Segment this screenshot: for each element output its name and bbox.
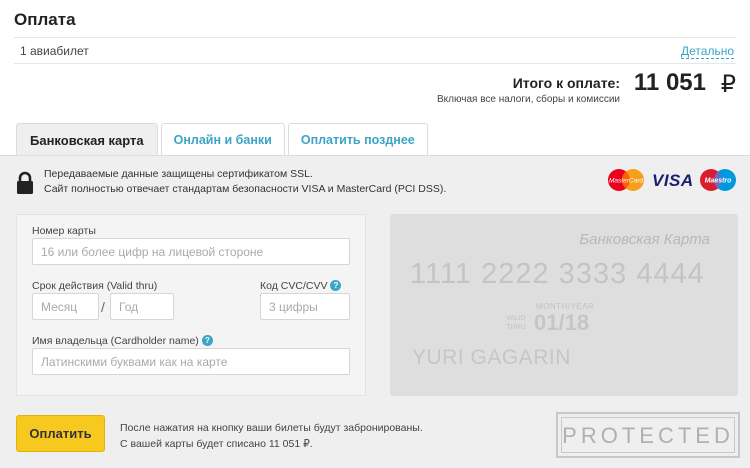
lock-icon — [17, 171, 33, 194]
pay-note-line-1: После нажатия на кнопку ваши билеты буду… — [120, 422, 423, 434]
protected-badge: PROTECTED — [556, 412, 740, 458]
card-preview-valid-caption-1: VALID — [506, 315, 526, 322]
cardholder-help-icon[interactable]: ? — [201, 335, 213, 346]
ticket-count: 1 авиабилет — [20, 44, 89, 58]
card-preview: Банковская Карта 1111 2222 3333 4444 MON… — [390, 214, 738, 396]
cardholder-input[interactable] — [32, 348, 350, 375]
maestro-text: Maestro — [705, 178, 733, 185]
maestro-logo-icon: Maestro — [700, 169, 736, 191]
card-preview-number: 1111 2222 3333 4444 — [410, 258, 705, 290]
ssl-line-2: Сайт полностью отвечает стандартам безоп… — [44, 183, 447, 195]
card-preview-valid-caption: VALID THRU — [506, 314, 526, 332]
payment-logos: MasterCard VISA Maestro — [606, 166, 738, 192]
ssl-text: Передаваемые данные защищены сертификато… — [44, 167, 514, 197]
expiry-month-input[interactable] — [32, 293, 99, 320]
tab-online-banks[interactable]: Онлайн и банки — [160, 123, 285, 156]
details-link[interactable]: Детально — [681, 44, 734, 59]
cardholder-label: Имя владельца (Cardholder name)? — [32, 335, 213, 347]
mastercard-text: MasterCard — [609, 178, 643, 185]
total-label: Итого к оплате: — [512, 75, 620, 91]
cvc-input[interactable] — [260, 293, 350, 320]
card-preview-title: Банковская Карта — [579, 231, 710, 248]
total-amount: 11 051 — [633, 69, 706, 96]
tab-bank-card[interactable]: Банковская карта — [16, 123, 158, 156]
cardholder-label-text: Имя владельца (Cardholder name) — [32, 335, 199, 347]
cvc-help-icon[interactable]: ? — [330, 280, 342, 291]
card-preview-valid-caption-2: THRU — [506, 324, 526, 331]
total-note: Включая все налоги, сборы и комиссии — [436, 94, 620, 105]
page-title: Оплата — [14, 10, 76, 29]
payment-method-tabs: Банковская карта Онлайн и банки Оплатить… — [16, 123, 431, 156]
ssl-line-1: Передаваемые данные защищены сертификато… — [44, 168, 313, 180]
card-preview-expiry: 01/18 — [534, 310, 590, 335]
cvc-label: Код CVC/CVV? — [260, 280, 342, 292]
expiry-separator: / — [101, 299, 105, 315]
card-number-input[interactable] — [32, 238, 350, 265]
cvc-label-text: Код CVC/CVV — [260, 280, 328, 292]
pay-note: После нажатия на кнопку ваши билеты буду… — [120, 420, 423, 452]
pay-button[interactable]: Оплатить — [16, 415, 105, 452]
expiry-year-input[interactable] — [110, 293, 174, 320]
card-payment-panel: Передаваемые данные защищены сертификато… — [0, 155, 750, 468]
pay-note-line-2: С вашей карты будет списано 11 051 ₽. — [120, 438, 313, 450]
tab-pay-later[interactable]: Оплатить позднее — [287, 123, 428, 156]
order-summary-row: 1 авиабилет Детально — [14, 37, 736, 64]
expiry-label: Срок действия (Valid thru) — [32, 280, 158, 292]
mastercard-logo-icon: MasterCard — [608, 169, 644, 191]
card-number-label: Номер карты — [32, 225, 96, 237]
visa-logo: VISA — [652, 171, 694, 190]
protected-badge-text: PROTECTED — [561, 417, 735, 453]
card-form: Номер карты Срок действия (Valid thru) /… — [16, 214, 366, 396]
card-preview-holder: YURI GAGARIN — [412, 346, 571, 369]
ruble-currency: ₽ — [720, 71, 736, 98]
